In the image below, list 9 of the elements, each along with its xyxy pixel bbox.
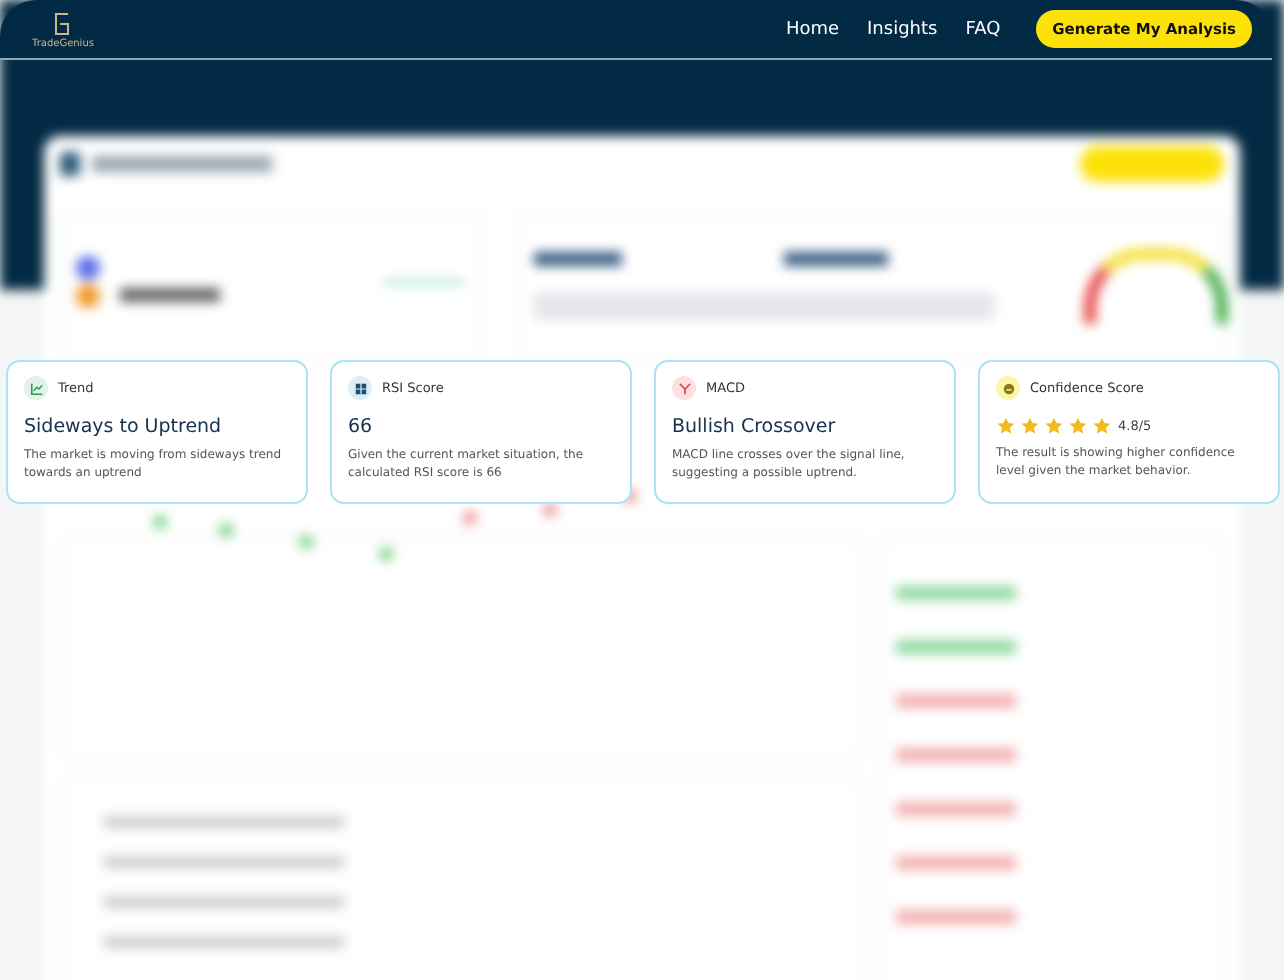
nav-link[interactable]: Home [785,19,840,39]
nav-link[interactable]: Insights [867,19,938,39]
card-value: 66 [348,416,375,438]
crossover-icon [672,376,696,400]
logo-icon [50,9,75,37]
nav-link[interactable]: FAQ [965,19,1001,39]
chart-icon [24,376,48,400]
card-value: Sideways to Uptrend [24,416,224,438]
card-value: Bullish Crossover [672,416,838,438]
